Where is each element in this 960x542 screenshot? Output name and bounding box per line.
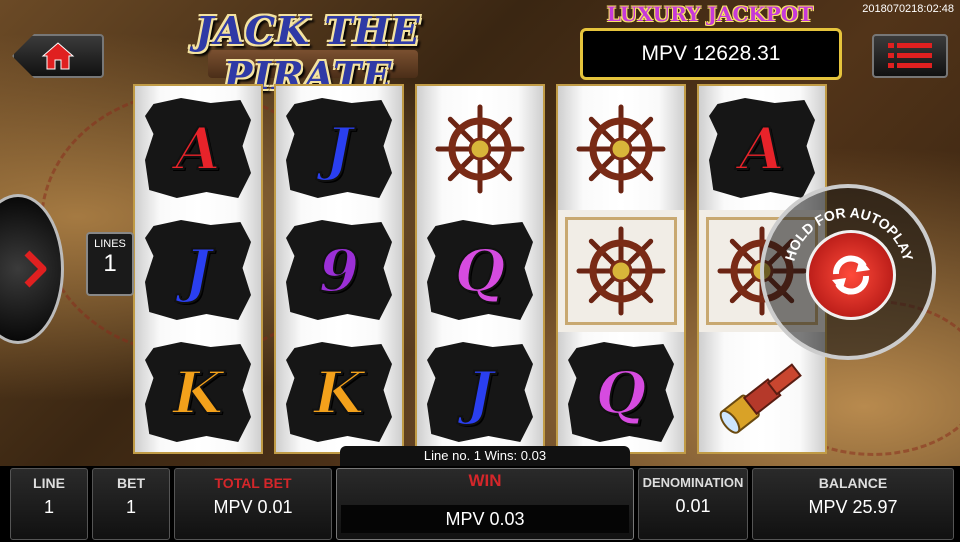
lines-box[interactable]: LINES 1 bbox=[86, 232, 134, 296]
ship-wheel-icon bbox=[435, 104, 525, 194]
total-bet-panel: TOTAL BET MPV 0.01 bbox=[174, 468, 332, 540]
symbol-letter: Q bbox=[595, 358, 648, 428]
win-panel: WIN MPV 0.03 bbox=[336, 468, 634, 540]
total-bet-value: MPV 0.01 bbox=[213, 497, 293, 517]
game-logo: JACK THE PIRATE bbox=[138, 2, 478, 98]
reel-3: QJ bbox=[415, 84, 545, 454]
symbol-letter-9: 9 bbox=[276, 210, 402, 332]
line-label: LINE bbox=[33, 475, 65, 491]
bet-value: 1 bbox=[125, 497, 136, 517]
ship-wheel-icon bbox=[576, 226, 666, 316]
reel-1: AJK bbox=[133, 84, 263, 454]
symbol-letter: K bbox=[313, 358, 365, 428]
bet-panel[interactable]: BET 1 bbox=[92, 468, 170, 540]
bet-label: BET bbox=[117, 475, 145, 491]
balance-value: MPV 25.97 bbox=[808, 497, 898, 517]
spyglass-icon bbox=[719, 363, 802, 434]
symbol-letter-k: K bbox=[135, 332, 261, 454]
autoplay-core[interactable] bbox=[806, 230, 896, 320]
line-panel[interactable]: LINE 1 bbox=[10, 468, 88, 540]
symbol-letter: J bbox=[324, 114, 353, 184]
symbol-letter-k: K bbox=[276, 332, 402, 454]
lines-label: LINES bbox=[94, 238, 126, 250]
autoplay-button[interactable]: HOLD FOR AUTOPLAY bbox=[760, 184, 936, 360]
menu-button[interactable] bbox=[872, 34, 948, 78]
home-icon bbox=[41, 42, 75, 70]
symbol-letter-a: A bbox=[135, 88, 261, 210]
balance-panel: BALANCE MPV 25.97 bbox=[752, 468, 954, 540]
symbol-ship-wheel bbox=[417, 88, 543, 210]
symbol-ship-wheel bbox=[558, 88, 684, 210]
denomination-label: DENOMINATION bbox=[642, 475, 744, 490]
win-line-info: Line no. 1 Wins: 0.03 bbox=[340, 446, 630, 466]
lines-value: 1 bbox=[103, 250, 117, 277]
symbol-letter: J bbox=[465, 358, 494, 428]
chevron-right-icon bbox=[24, 250, 47, 288]
symbol-letter-q: Q bbox=[417, 210, 543, 332]
total-bet-label: TOTAL BET bbox=[214, 475, 292, 491]
reel-grid: AJKJ9KQJQA bbox=[133, 84, 836, 454]
next-arrow-button[interactable] bbox=[0, 194, 64, 344]
symbol-letter-j: J bbox=[135, 210, 261, 332]
symbol-letter: J bbox=[183, 236, 212, 306]
reel-4: Q bbox=[556, 84, 686, 454]
jackpot-value: MPV 12628.31 bbox=[580, 28, 842, 80]
symbol-letter: A bbox=[174, 114, 221, 184]
balance-label: BALANCE bbox=[818, 475, 888, 491]
win-value: MPV 0.03 bbox=[341, 505, 629, 533]
symbol-letter: Q bbox=[454, 236, 507, 306]
ship-wheel-icon bbox=[576, 104, 666, 194]
menu-icon bbox=[888, 43, 932, 68]
symbol-letter-q: Q bbox=[558, 332, 684, 454]
line-value: 1 bbox=[43, 497, 54, 517]
symbol-letter-j: J bbox=[417, 332, 543, 454]
timestamp: 2018070218:02:48 bbox=[862, 3, 954, 15]
denomination-value: 0.01 bbox=[675, 496, 711, 516]
symbol-letter: 9 bbox=[318, 236, 360, 306]
jackpot-title: LUXURY JACKPOT bbox=[606, 2, 814, 26]
denomination-panel[interactable]: DENOMINATION 0.01 bbox=[638, 468, 748, 540]
reel-2: J 9 K bbox=[274, 84, 404, 454]
lines-selector: LINES 1 bbox=[0, 190, 134, 346]
symbol-letter: A bbox=[738, 114, 785, 184]
symbol-ship-wheel bbox=[558, 210, 684, 332]
symbol-letter: K bbox=[172, 358, 224, 428]
win-label: WIN bbox=[468, 471, 502, 490]
symbol-letter-j: J bbox=[276, 88, 402, 210]
bottom-bar: LINE 1 BET 1 TOTAL BET MPV 0.01 WIN MPV … bbox=[0, 466, 960, 542]
refresh-icon bbox=[832, 255, 870, 295]
